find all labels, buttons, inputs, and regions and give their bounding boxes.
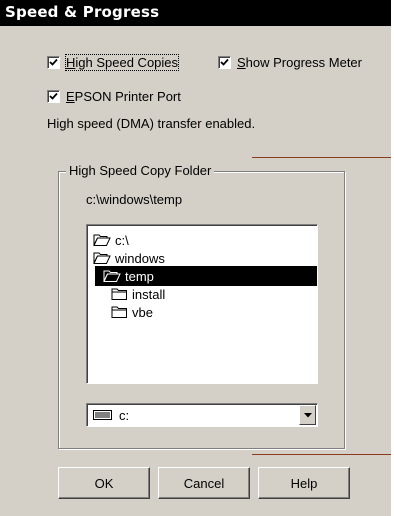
speed-progress-dialog: Speed & Progress High Speed Copies Show … — [0, 0, 391, 516]
accent-line-top — [252, 157, 391, 158]
high-speed-copies-label: High Speed Copies — [64, 54, 180, 71]
epson-printer-port-label: EPSON Printer Port — [66, 89, 181, 104]
folder-icon — [111, 306, 127, 318]
tree-item-vbe[interactable]: vbe — [111, 302, 231, 322]
help-button[interactable]: Help — [258, 467, 350, 499]
high-speed-copies-checkbox[interactable]: High Speed Copies — [47, 54, 180, 71]
folder-tree[interactable]: c:\ windows temp install vbe — [86, 224, 318, 384]
dialog-title: Speed & Progress — [0, 0, 391, 26]
current-folder-path: c:\windows\temp — [86, 192, 183, 207]
checkbox-box[interactable] — [218, 56, 231, 69]
tree-item-c-root[interactable]: c:\ — [93, 230, 213, 250]
dropdown-button[interactable] — [299, 405, 316, 425]
checkmark-icon — [220, 58, 229, 66]
tree-item-label: temp — [125, 268, 154, 284]
show-progress-meter-label: Show Progress Meter — [237, 55, 362, 70]
open-folder-icon — [93, 234, 111, 246]
drive-icon — [93, 410, 112, 420]
tree-item-label: vbe — [132, 304, 153, 320]
cancel-button[interactable]: Cancel — [158, 467, 250, 499]
tree-item-install[interactable]: install — [111, 284, 231, 304]
drive-select[interactable]: c: — [86, 403, 318, 427]
tree-item-temp[interactable]: temp — [95, 266, 317, 286]
tree-item-label: install — [132, 286, 166, 302]
tree-item-label: c:\ — [115, 232, 129, 248]
checkmark-icon — [49, 92, 58, 100]
ok-button[interactable]: OK — [58, 467, 150, 499]
dma-status-text: High speed (DMA) transfer enabled. — [47, 116, 256, 131]
checkbox-box[interactable] — [47, 56, 60, 69]
drive-select-value: c: — [119, 407, 130, 423]
checkbox-box[interactable] — [47, 90, 60, 103]
chevron-down-icon — [303, 412, 312, 417]
open-folder-icon — [103, 270, 121, 282]
open-folder-icon — [93, 252, 111, 264]
folder-icon — [111, 288, 127, 300]
copy-folder-group-legend: High Speed Copy Folder — [66, 163, 215, 178]
epson-printer-port-checkbox[interactable]: EPSON Printer Port — [47, 89, 181, 104]
accent-line-bottom — [252, 454, 391, 455]
checkmark-icon — [49, 58, 58, 66]
tree-item-label: windows — [115, 250, 165, 266]
show-progress-meter-checkbox[interactable]: Show Progress Meter — [218, 55, 362, 70]
tree-item-windows[interactable]: windows — [93, 248, 213, 268]
high-speed-copies-label-rest: igh Speed Copies — [75, 55, 179, 70]
